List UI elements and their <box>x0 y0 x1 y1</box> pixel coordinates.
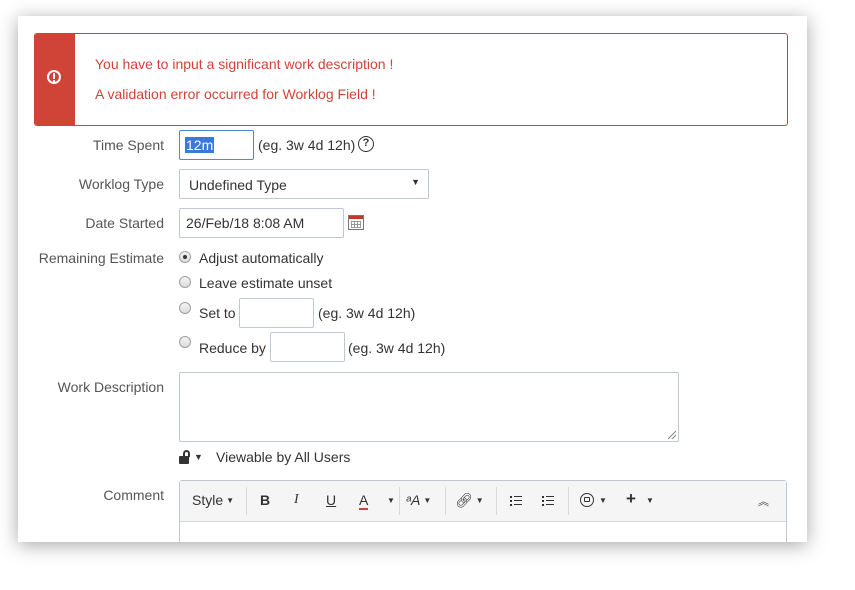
help-icon[interactable]: ? <box>358 136 374 152</box>
set-to-hint: (eg. 3w 4d 12h) <box>318 305 416 321</box>
link-icon: 🔗︎ <box>455 492 473 508</box>
numbered-list-icon[interactable] <box>542 496 554 507</box>
italic-button[interactable]: I <box>294 492 299 508</box>
unlock-icon[interactable] <box>179 450 191 464</box>
date-started-input[interactable]: 26/Feb/18 8:08 AM <box>179 208 344 238</box>
work-description-label: Work Description <box>57 379 164 395</box>
reduce-by-hint: (eg. 3w 4d 12h) <box>348 340 446 356</box>
insert-dropdown[interactable]: ▼ <box>643 492 654 508</box>
time-spent-input[interactable]: 12m <box>179 130 254 160</box>
calendar-icon[interactable] <box>348 215 364 230</box>
bold-button[interactable]: B <box>260 492 270 508</box>
error-bar <box>35 34 75 125</box>
error-message-box: You have to input a significant work des… <box>34 33 788 126</box>
emoticon-icon[interactable] <box>580 493 594 507</box>
radio-label: Reduce by <box>199 340 266 356</box>
more-formatting-dropdown[interactable]: ᵃA ▼ <box>406 492 431 508</box>
reduce-by-input[interactable] <box>270 332 345 362</box>
comment-label: Comment <box>103 487 164 503</box>
worklog-type-select[interactable]: Undefined Type ▼ <box>179 169 429 199</box>
radio-label: Adjust automatically <box>199 250 324 266</box>
style-dropdown[interactable]: Style ▼ <box>192 492 234 508</box>
remaining-estimate-label: Remaining Estimate <box>38 250 164 266</box>
editor-toolbar: Style ▼ B I U A ▼ ᵃA ▼ 🔗︎ ▼ ▼ + ▼ ︽ <box>180 481 786 522</box>
work-description-textarea[interactable] <box>179 372 679 442</box>
insert-plus-icon[interactable]: + <box>626 489 636 509</box>
link-dropdown[interactable]: 🔗︎ ▼ <box>455 492 484 509</box>
collapse-toolbar-icon[interactable]: ︽ <box>758 493 769 509</box>
radio-label: Leave estimate unset <box>199 275 333 291</box>
worklog-type-label: Worklog Type <box>78 176 164 192</box>
visibility-label: Viewable by All Users <box>216 449 351 465</box>
error-message: A validation error occurred for Worklog … <box>95 86 376 102</box>
text-color-button[interactable]: A <box>359 492 369 510</box>
emoticon-dropdown[interactable]: ▼ <box>596 492 607 508</box>
chevron-down-icon[interactable]: ▼ <box>194 452 203 462</box>
set-to-input[interactable] <box>239 298 314 328</box>
radio-adjust-automatically[interactable] <box>179 251 191 263</box>
error-icon <box>47 70 61 84</box>
chevron-down-icon: ▼ <box>411 177 420 187</box>
comment-editor[interactable]: Style ▼ B I U A ▼ ᵃA ▼ 🔗︎ ▼ ▼ + ▼ ︽ <box>179 480 787 542</box>
radio-label: Set to <box>199 305 236 321</box>
worklog-type-value: Undefined Type <box>189 177 287 193</box>
text-color-dropdown[interactable]: ▼ <box>384 492 395 508</box>
time-spent-value: 12m <box>185 137 215 153</box>
radio-set-to[interactable] <box>179 302 191 314</box>
radio-reduce-by[interactable] <box>179 336 191 348</box>
resize-grip-icon[interactable] <box>668 431 676 439</box>
date-started-label: Date Started <box>85 215 164 231</box>
error-message: You have to input a significant work des… <box>95 56 394 72</box>
underline-button[interactable]: U <box>326 492 336 508</box>
time-spent-label: Time Spent <box>92 137 164 153</box>
worklog-dialog: You have to input a significant work des… <box>18 16 807 542</box>
radio-leave-estimate-unset[interactable] <box>179 276 191 288</box>
time-spent-hint: (eg. 3w 4d 12h) <box>258 137 356 153</box>
bullet-list-icon[interactable] <box>510 496 522 507</box>
date-started-value: 26/Feb/18 8:08 AM <box>186 215 305 231</box>
